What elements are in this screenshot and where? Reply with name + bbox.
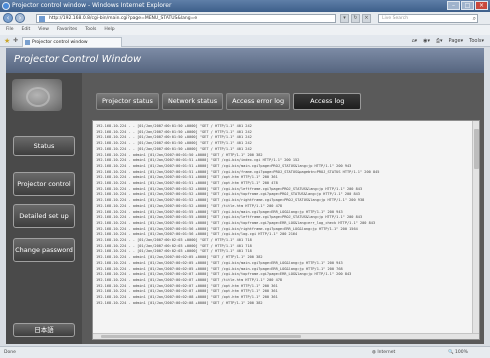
sidebar-item-detailed-setup[interactable]: Detailed set up (13, 204, 75, 228)
tab-access-log[interactable]: Access log (293, 93, 362, 110)
status-tabs: Projector status Network status Access e… (96, 93, 362, 110)
print-icon[interactable]: ⎙▾ (436, 37, 443, 45)
log-line: 192.168.10.224 - admin1 [01/Jan/2007:00:… (96, 300, 263, 305)
tab-label: Projector status (102, 97, 153, 105)
search-input[interactable]: Live Search ⌕ (378, 14, 478, 23)
menu-file[interactable]: File (6, 25, 14, 35)
zoom-label: 100% (455, 350, 468, 355)
sidebar-item-japanese[interactable]: 日本語 (13, 323, 75, 337)
favorites-star-icon[interactable]: ★ (4, 37, 10, 45)
browser-tab-bar: ★ ✚ Projector control window ⌂▾ ◉▾ ⎙▾ Pa… (0, 35, 490, 47)
page-menu-label: Page (448, 38, 461, 44)
menu-tools[interactable]: Tools (85, 25, 96, 35)
tab-network-status[interactable]: Network status (161, 93, 224, 110)
menu-edit[interactable]: Edit (22, 25, 31, 35)
app-title: Projector Control Window (14, 54, 142, 65)
access-log-list[interactable]: 192.168.10.224 - - [01/Jan/2007:00:01:50… (93, 121, 473, 335)
forward-icon[interactable]: › (15, 13, 25, 23)
add-favorites-icon[interactable]: ✚ (13, 37, 18, 44)
main-content: Projector status Network status Access e… (82, 73, 484, 344)
projector-logo (12, 79, 62, 111)
url-text: http://192.168.0.8/cgi-bin/main.cgi?page… (49, 16, 198, 21)
tab-label: Access error log (232, 97, 285, 105)
address-bar: ‹ › http://192.168.0.8/cgi-bin/main.cgi?… (0, 12, 490, 25)
home-icon[interactable]: ⌂▾ (411, 37, 417, 45)
page-menu[interactable]: Page▾ (449, 37, 464, 45)
sidebar-item-label: 日本語 (34, 326, 54, 334)
window-controls: – □ × (447, 1, 488, 10)
maximize-icon[interactable]: □ (461, 1, 474, 10)
address-actions: ▾ ↻ × (340, 14, 371, 23)
access-log-panel: 192.168.10.224 - - [01/Jan/2007:00:01:50… (92, 120, 480, 340)
tab-projector-status[interactable]: Projector status (96, 93, 159, 110)
menu-view[interactable]: View (38, 25, 49, 35)
search-icon[interactable]: ⌕ (473, 15, 476, 23)
minimize-icon[interactable]: – (447, 1, 460, 10)
menu-help[interactable]: Help (104, 25, 114, 35)
tools-menu-label: Tools (469, 38, 482, 44)
zone-label: Internet (377, 350, 396, 355)
security-zone: ◍ Internet (372, 350, 396, 355)
status-text: Done (4, 350, 16, 355)
app-header: Projector Control Window (6, 48, 484, 73)
tools-menu[interactable]: Tools▾ (469, 37, 484, 45)
vertical-scrollbar[interactable] (472, 121, 479, 335)
vertical-scroll-thumb[interactable] (474, 129, 479, 169)
back-icon[interactable]: ‹ (3, 13, 13, 23)
browser-tab-title: Projector control window (32, 40, 88, 45)
url-input[interactable]: http://192.168.0.8/cgi-bin/main.cgi?page… (36, 14, 336, 23)
sidebar-item-label: Projector control (17, 180, 71, 188)
browser-status-bar: Done ◍ Internet 🔍 100% (0, 346, 490, 358)
horizontal-scrollbar[interactable] (93, 333, 479, 339)
sidebar: Status Projector control Detailed set up… (6, 73, 82, 344)
horizontal-scroll-thumb[interactable] (101, 335, 301, 338)
stop-icon[interactable]: × (362, 14, 371, 23)
ie-icon (2, 2, 10, 10)
tab-label: Network status (167, 97, 218, 105)
menu-favorites[interactable]: Favorites (57, 25, 77, 35)
feeds-icon[interactable]: ◉▾ (423, 37, 430, 45)
command-bar: ⌂▾ ◉▾ ⎙▾ Page▾ Tools▾ (411, 37, 484, 45)
sidebar-item-projector-control[interactable]: Projector control (13, 172, 75, 196)
refresh-icon[interactable]: ↻ (351, 14, 360, 23)
browser-title-bar: Projector control window - Windows Inter… (0, 0, 490, 12)
browser-title: Projector control window - Windows Inter… (12, 2, 172, 9)
sidebar-item-label: Status (33, 142, 55, 150)
search-placeholder: Live Search (382, 16, 409, 21)
sidebar-item-label: Change password (15, 246, 73, 254)
tab-access-error-log[interactable]: Access error log (226, 93, 291, 110)
compat-icon[interactable]: ▾ (340, 14, 349, 23)
zoom-level[interactable]: 🔍 100% (448, 347, 468, 358)
sidebar-item-status[interactable]: Status (13, 136, 75, 156)
sidebar-item-label: Detailed set up (19, 212, 69, 220)
menu-bar: File Edit View Favorites Tools Help (0, 25, 490, 35)
browser-tab[interactable]: Projector control window (22, 37, 122, 47)
projector-page: Projector Control Window Status Projecto… (6, 48, 484, 344)
tab-label: Access log (310, 97, 345, 105)
sidebar-item-change-password[interactable]: Change password (13, 238, 75, 262)
close-icon[interactable]: × (475, 1, 488, 10)
page-icon (39, 16, 45, 22)
